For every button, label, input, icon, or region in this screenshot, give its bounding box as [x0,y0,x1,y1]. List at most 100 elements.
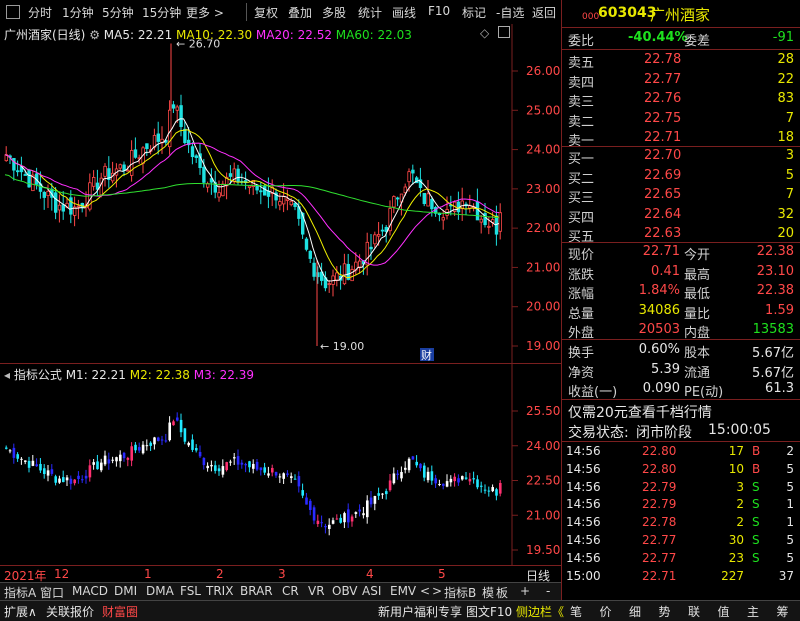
bid-row[interactable]: 买二 22.69 5 [562,167,800,187]
indicator-bar [43,468,46,475]
indicator-tab[interactable]: FSL [180,584,201,598]
indicator-bar [191,439,194,450]
related-quote-button[interactable]: 关联报价 [46,603,94,620]
date-label-mar: 3 [278,567,286,581]
indicator-tab[interactable]: + [520,584,530,598]
price-tick-label: 22.00 [526,221,560,235]
candle-body [342,263,347,285]
price-tick-label: 23.00 [526,182,560,196]
indicator-tab[interactable]: - [546,584,550,598]
indicator-tab[interactable]: CR [282,584,299,598]
indicator-tick-label: 25.50 [526,404,560,418]
f10-text-button[interactable]: 图文F10 [466,603,512,620]
indicator-bar [499,482,502,494]
multi-stock-button[interactable]: 多股 [322,4,346,21]
overlay-button[interactable]: 叠加 [288,4,312,21]
back-button[interactable]: 返回 [532,4,556,21]
stats-button[interactable]: 统计 [358,4,382,21]
add-watchlist-button[interactable]: -自选 [496,4,524,21]
diamond-icon[interactable]: ◇ [480,26,489,40]
indicator-bar [12,447,16,458]
new-user-button[interactable]: 新用户福利专享 [378,603,462,620]
wealth-circle-button[interactable]: 财富圈 [102,603,138,620]
quote-row: 外盘 20503 内盘 13583 [562,321,800,341]
indicator-tab[interactable]: EMV [390,584,416,598]
indicator-tab[interactable]: ASI [362,584,381,598]
indicator-bar [8,450,12,452]
candle-body [175,106,179,111]
sidebar-toggle-button[interactable]: 侧边栏《 [516,603,564,620]
ask-row[interactable]: 卖三 22.76 83 [562,90,800,110]
tab-1min[interactable]: 1分钟 [62,4,94,21]
candle-body [376,234,381,237]
trade-status-state: 闭市阶段 [636,425,692,441]
panel-switch-button[interactable]: 细 [629,603,641,620]
collapse-arrow-icon[interactable]: ◂ [4,368,10,382]
indicator-tab[interactable]: MACD [72,584,108,598]
panel-switch-button[interactable]: 筹 [777,603,789,620]
tab-more[interactable]: 更多 > [186,4,224,21]
indicator-tab[interactable]: 指标B [444,584,476,601]
maximize-icon[interactable] [498,26,510,38]
candle-body [190,146,195,158]
bid-row[interactable]: 买三 22.65 7 [562,186,800,206]
indicator-tab[interactable]: 板 [496,584,508,601]
tab-15min[interactable]: 15分钟 [142,4,181,21]
indicator-tick-label: 24.00 [526,439,560,453]
tick-time: 14:56 [566,444,601,458]
candle-body [133,149,138,158]
fundamental-label: PE(动) [684,385,724,400]
draw-line-button[interactable]: 画线 [392,4,416,21]
indicator-bar [81,479,84,481]
quote-value: 34086 [638,302,680,318]
mark-button[interactable]: 标记 [462,4,486,21]
bid-row[interactable]: 买一 22.70 3 [562,147,800,167]
indicator-tab[interactable]: 指标A [4,584,36,601]
ask-row[interactable]: 卖五 22.78 28 [562,51,800,71]
ask-row[interactable]: 卖四 22.77 22 [562,71,800,91]
fundamental-value: 5.39 [651,361,680,377]
promo-link[interactable]: 仅需20元查看千档行情 [568,402,712,422]
indicator-tab[interactable]: 模 [482,584,494,601]
weibi-value: -40.44% [628,30,688,45]
tab-minute-chart[interactable]: 分时 [28,4,52,21]
tab-5min[interactable]: 5分钟 [102,4,134,21]
candle-body [411,169,415,174]
indicator-tab[interactable]: DMA [146,584,174,598]
menu-square-icon[interactable] [6,5,20,19]
panel-switch-button[interactable]: 联 [688,603,700,620]
indicator-chart[interactable]: 25.50 24.00 22.50 21.00 19.50 ◂ 指标公式 M1: 22.… [0,364,562,566]
panel-switch-button[interactable]: 主 [747,603,759,620]
indicator-tab[interactable]: DMI [114,584,137,598]
settings-gear-icon[interactable]: ⚙ [89,28,100,42]
candle-body [479,218,483,223]
indicator-tab[interactable]: TRIX [206,584,233,598]
indicator-bar [255,461,259,470]
indicator-tab[interactable]: VR [308,584,325,598]
indicator-bar [107,459,111,464]
promo-row[interactable]: 仅需20元查看千档行情 [562,401,800,421]
indicator-tab[interactable]: OBV [332,584,358,598]
indicator-tab[interactable]: BRAR [240,584,273,598]
ma5-legend: MA5: 22.21 [103,28,173,42]
fundamental-label: 流通 [684,365,711,381]
indicator-bar [157,437,160,441]
indicator-tab[interactable]: < [420,584,430,598]
indicator-bar [179,419,183,433]
panel-switch-button[interactable]: 笔 [570,603,582,620]
panel-switch-button[interactable]: 值 [718,603,730,620]
bid-row[interactable]: 买四 22.64 32 [562,206,800,226]
indicator-bar [100,462,103,471]
candle-body [487,225,491,228]
ask-row[interactable]: 卖二 22.75 7 [562,110,800,130]
panel-switch-button[interactable]: 价 [600,603,612,620]
panel-switch-button[interactable]: 势 [659,603,671,620]
indicator-bar [407,458,411,471]
indicator-tab[interactable]: 窗口 [40,584,64,601]
indicator-tab[interactable]: > [432,584,442,598]
f10-button[interactable]: F10 [428,4,450,18]
expand-button[interactable]: 扩展∧ [4,603,37,620]
candlestick-chart[interactable]: 26.00 25.00 24.00 23.00 22.00 21.00 20.00 19.00… [0,24,562,364]
indicator-bar [111,459,114,461]
fuquan-button[interactable]: 复权 [254,4,278,21]
